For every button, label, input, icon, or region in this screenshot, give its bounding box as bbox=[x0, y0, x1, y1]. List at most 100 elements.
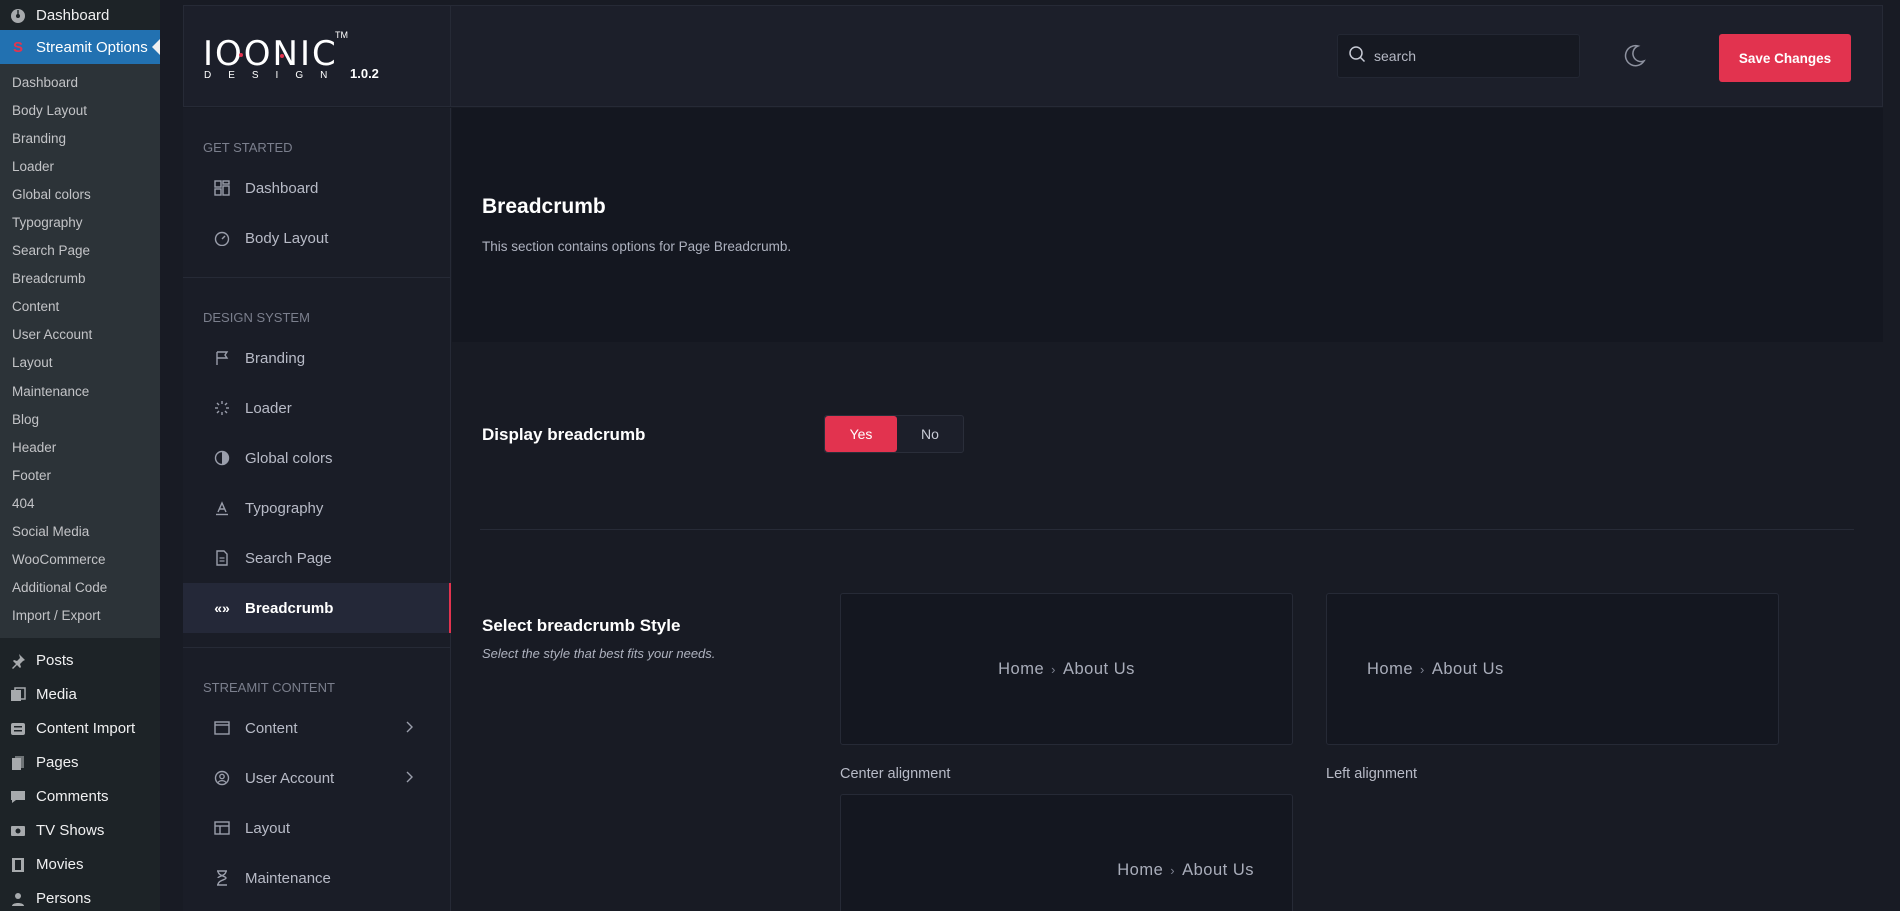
wp-sub-content[interactable]: Content bbox=[0, 293, 160, 321]
wp-sub-loader[interactable]: Loader bbox=[0, 152, 160, 180]
wp-menu-comments[interactable]: Comments bbox=[0, 780, 160, 814]
dark-mode-moon-icon[interactable] bbox=[1620, 42, 1648, 70]
save-changes-button[interactable]: Save Changes bbox=[1719, 34, 1851, 82]
wp-sub-footer[interactable]: Footer bbox=[0, 461, 160, 489]
nav-item-label: Branding bbox=[245, 349, 306, 367]
style-option-center[interactable]: Home › About Us bbox=[840, 593, 1293, 745]
wp-menu-streamit-options[interactable]: S Streamit Options bbox=[0, 30, 160, 64]
document-icon bbox=[213, 549, 231, 567]
nav-item-typography[interactable]: Typography bbox=[183, 483, 450, 533]
nav-item-body-layout[interactable]: Body Layout bbox=[183, 213, 450, 263]
nav-item-branding[interactable]: Branding bbox=[183, 333, 450, 383]
nav-item-breadcrumb[interactable]: «» Breadcrumb bbox=[183, 583, 451, 633]
window-icon bbox=[213, 719, 231, 737]
wp-sub-import-export[interactable]: Import / Export bbox=[0, 602, 160, 630]
wp-admin-menu: Dashboard S Streamit Options Dashboard B… bbox=[0, 0, 160, 911]
chevron-right-icon bbox=[404, 770, 414, 787]
nav-item-label: Breadcrumb bbox=[245, 599, 334, 617]
nav-section-title: GET STARTED bbox=[203, 140, 293, 155]
nav-item-label: Content bbox=[245, 719, 298, 737]
wp-sub-branding[interactable]: Branding bbox=[0, 124, 160, 152]
wp-menu-dashboard[interactable]: Dashboard bbox=[0, 0, 160, 30]
nav-section-title: DESIGN SYSTEM bbox=[203, 310, 310, 325]
wp-sub-user-account[interactable]: User Account bbox=[0, 321, 160, 349]
toggle-no-button[interactable]: No bbox=[897, 416, 963, 452]
crumb-current: About Us bbox=[1182, 860, 1254, 879]
wp-sub-layout[interactable]: Layout bbox=[0, 349, 160, 377]
wp-sub-maintenance[interactable]: Maintenance bbox=[0, 377, 160, 405]
logo-wordmark: IOONIC bbox=[203, 34, 338, 74]
wp-menu-content-import-label: Content Import bbox=[36, 720, 136, 738]
style-option-center-caption: Center alignment bbox=[840, 766, 951, 782]
nav-item-content[interactable]: Content bbox=[183, 703, 450, 753]
options-header: IOONIC TM DESIGN 1.0.2 Save Changes bbox=[183, 5, 1883, 107]
wp-sub-social-media[interactable]: Social Media bbox=[0, 518, 160, 546]
page-description: This section contains options for Page B… bbox=[482, 239, 792, 254]
chevron-right-icon bbox=[404, 720, 414, 737]
wp-menu-movies[interactable]: Movies bbox=[0, 848, 160, 882]
wp-sub-dashboard[interactable]: Dashboard bbox=[0, 68, 160, 96]
nav-item-label: Global colors bbox=[245, 449, 333, 467]
wp-menu-content-import[interactable]: Content Import bbox=[0, 712, 160, 746]
page-title: Breadcrumb bbox=[482, 195, 606, 218]
speedometer-icon bbox=[213, 229, 231, 247]
typography-icon bbox=[213, 499, 231, 517]
wp-sub-additional-code[interactable]: Additional Code bbox=[0, 574, 160, 602]
wp-sub-404[interactable]: 404 bbox=[0, 489, 160, 517]
nav-item-user-account[interactable]: User Account bbox=[183, 753, 450, 803]
section-intro: Breadcrumb This section contains options… bbox=[452, 108, 1883, 342]
user-circle-icon bbox=[213, 769, 231, 787]
tv-icon bbox=[10, 823, 26, 839]
nav-section-get-started: GET STARTED Dashboard Body Layout bbox=[183, 108, 450, 278]
wp-menu-persons-label: Persons bbox=[36, 890, 92, 908]
crumb-current: About Us bbox=[1431, 659, 1504, 678]
wp-menu-comments-label: Comments bbox=[36, 788, 109, 806]
wp-sub-search-page[interactable]: Search Page bbox=[0, 237, 160, 265]
wp-menu-media[interactable]: Media bbox=[0, 678, 160, 712]
wp-sub-woocommerce[interactable]: WooCommerce bbox=[0, 546, 160, 574]
wp-sub-global-colors[interactable]: Global colors bbox=[0, 180, 160, 208]
nav-item-loader[interactable]: Loader bbox=[183, 383, 450, 433]
wp-menu-persons[interactable]: Persons bbox=[0, 882, 160, 911]
nav-item-maintenance[interactable]: Maintenance bbox=[183, 853, 450, 903]
wp-menu-dashboard-label: Dashboard bbox=[36, 6, 110, 24]
breadcrumb-icon: «» bbox=[214, 600, 230, 616]
crumb-home: Home bbox=[1117, 860, 1164, 879]
dashboard-gauge-icon bbox=[10, 7, 26, 23]
wp-menu-posts[interactable]: Posts bbox=[0, 644, 160, 678]
wp-sub-typography[interactable]: Typography bbox=[0, 208, 160, 236]
nav-section-streamit-content: STREAMIT CONTENT Content User Account La… bbox=[183, 648, 450, 911]
style-option-right[interactable]: Home › About Us bbox=[840, 794, 1293, 911]
nav-item-dashboard[interactable]: Dashboard bbox=[183, 163, 450, 213]
options-sidebar: GET STARTED Dashboard Body Layout DESIGN… bbox=[183, 108, 451, 911]
wp-menu-tv-shows[interactable]: TV Shows bbox=[0, 814, 160, 848]
nav-item-label: Search Page bbox=[245, 549, 332, 567]
wp-menu-movies-label: Movies bbox=[36, 856, 84, 874]
wp-sub-blog[interactable]: Blog bbox=[0, 405, 160, 433]
crumb-home: Home bbox=[998, 659, 1045, 678]
wp-sub-breadcrumb[interactable]: Breadcrumb bbox=[0, 265, 160, 293]
nav-item-layout[interactable]: Layout bbox=[183, 803, 450, 853]
wp-menu-tv-shows-label: TV Shows bbox=[36, 822, 105, 840]
nav-item-search-page[interactable]: Search Page bbox=[183, 533, 450, 583]
toggle-yes-button[interactable]: Yes bbox=[825, 416, 897, 452]
wp-sub-header[interactable]: Header bbox=[0, 433, 160, 461]
wp-sub-body-layout[interactable]: Body Layout bbox=[0, 96, 160, 124]
wp-menu-media-label: Media bbox=[36, 686, 77, 704]
display-breadcrumb-toggle[interactable]: Yes No bbox=[824, 415, 964, 453]
wp-menu-pages[interactable]: Pages bbox=[0, 746, 160, 780]
layout-icon bbox=[213, 819, 231, 837]
wp-submenu: Dashboard Body Layout Branding Loader Gl… bbox=[0, 64, 160, 638]
wp-menu-streamit-options-label: Streamit Options bbox=[36, 38, 148, 56]
search-input[interactable] bbox=[1374, 48, 1554, 64]
wp-menu-bottom: Posts Media Content Import Pages Comment… bbox=[0, 638, 160, 911]
style-option-left[interactable]: Home › About Us bbox=[1326, 593, 1779, 745]
search-box[interactable] bbox=[1337, 34, 1580, 78]
nav-item-global-colors[interactable]: Global colors bbox=[183, 433, 450, 483]
nav-section-design-system: DESIGN SYSTEM Branding Loader Global col… bbox=[183, 278, 451, 648]
film-icon bbox=[10, 857, 26, 873]
contrast-icon bbox=[213, 449, 231, 467]
logo-trademark: TM bbox=[335, 30, 348, 40]
nav-item-label: Maintenance bbox=[245, 869, 331, 887]
nav-item-label: Typography bbox=[245, 499, 324, 517]
